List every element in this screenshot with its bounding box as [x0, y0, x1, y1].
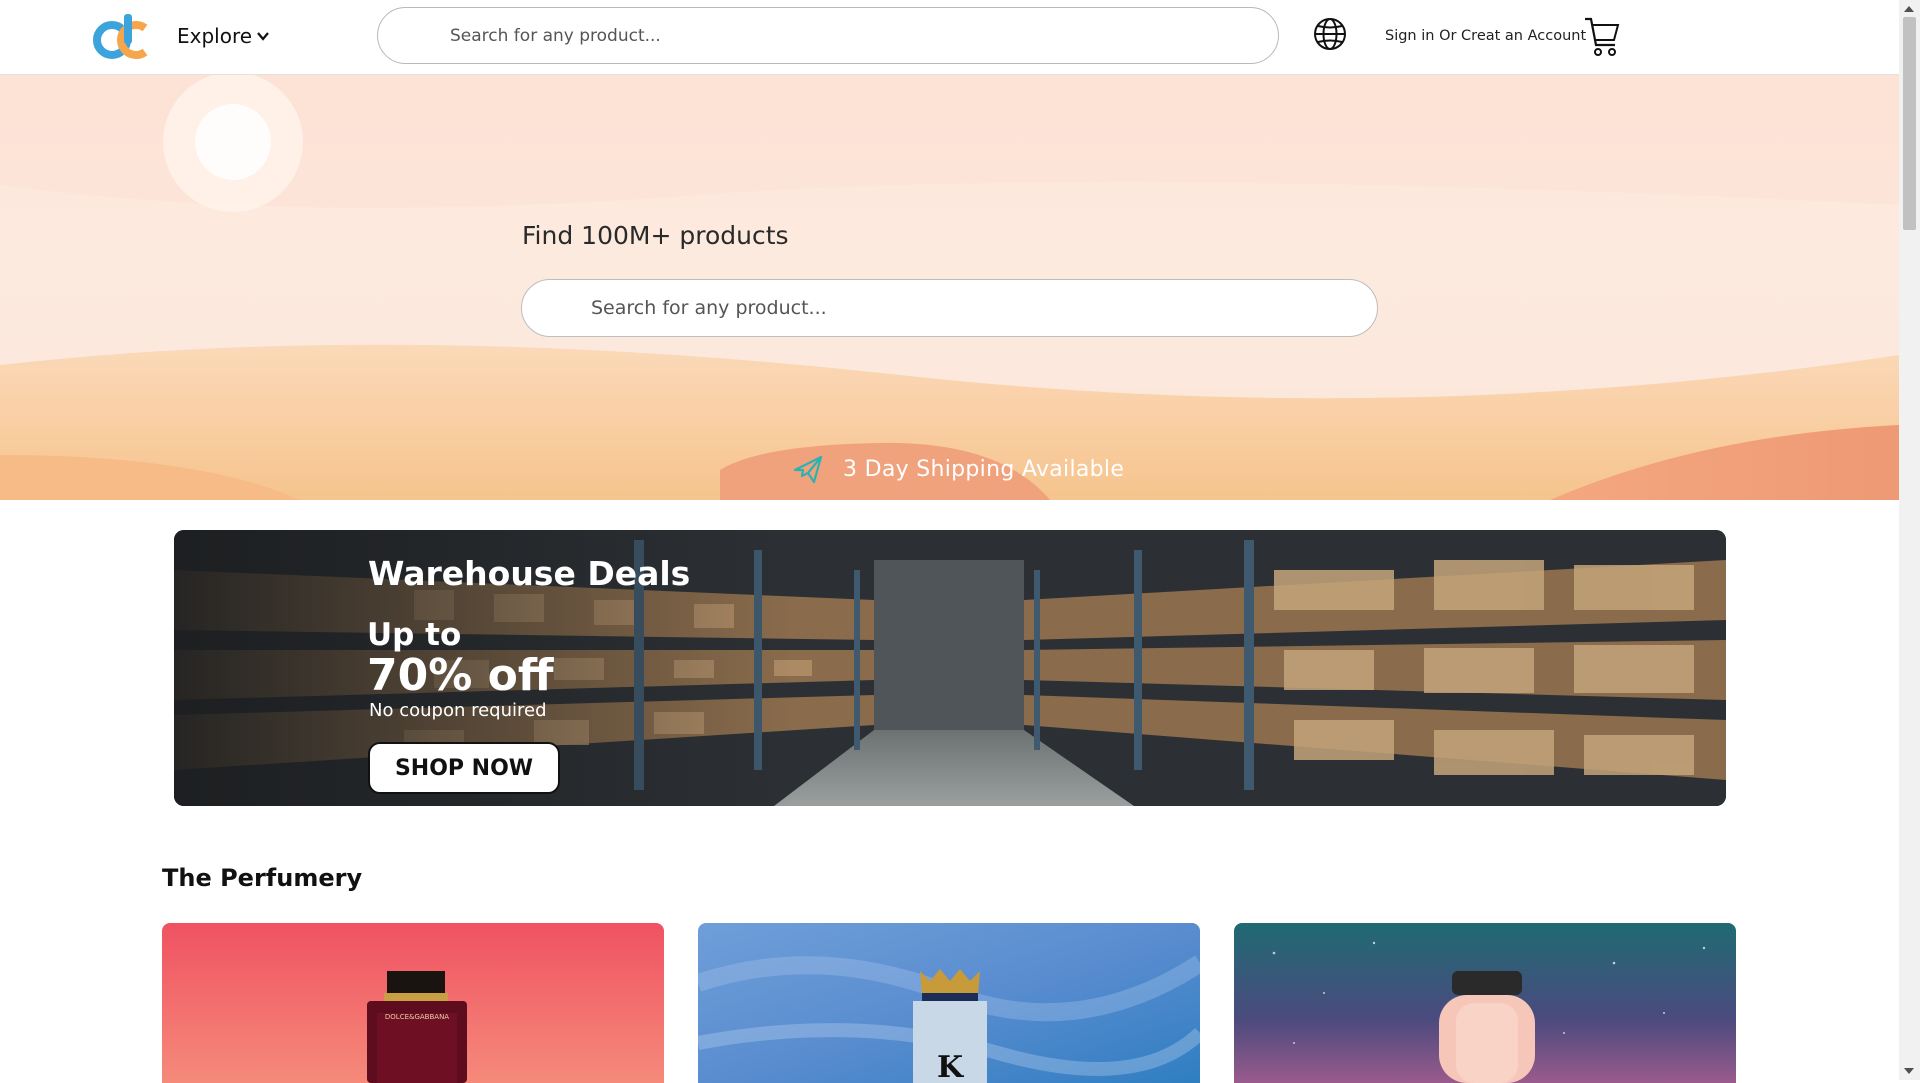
- scroll-thumb[interactable]: [1903, 17, 1916, 230]
- shop-now-button[interactable]: SHOP NOW: [368, 742, 560, 794]
- signin-link[interactable]: Sign in Or Creat an Account: [1385, 28, 1586, 44]
- page-scrollbar[interactable]: [1899, 0, 1920, 1080]
- hero-section: Find 100M+ products 3 Day Shipping Avail…: [0, 75, 1899, 500]
- cart-icon[interactable]: [1584, 16, 1620, 58]
- banner-discount: 70% off: [367, 650, 554, 701]
- globe-icon[interactable]: [1313, 17, 1347, 51]
- chevron-down-icon: [257, 32, 269, 41]
- warehouse-deals-banner[interactable]: Warehouse Deals Up to 70% off No coupon …: [174, 530, 1726, 806]
- perfume-image-galaxy: [1234, 923, 1736, 1083]
- shipping-text: 3 Day Shipping Available: [843, 456, 1125, 482]
- perfume-image-blue: K: [698, 923, 1200, 1083]
- banner-heading: Warehouse Deals: [368, 554, 691, 593]
- explore-label: Explore: [177, 24, 253, 48]
- perfume-card-blue[interactable]: K: [698, 923, 1200, 1083]
- dc-logo[interactable]: [93, 12, 149, 60]
- header-search-input[interactable]: [378, 8, 1278, 63]
- scroll-up-arrow-icon[interactable]: [1904, 6, 1914, 12]
- banner-note: No coupon required: [369, 700, 547, 721]
- bottle-label: K: [937, 1050, 964, 1083]
- explore-menu[interactable]: Explore: [177, 24, 270, 48]
- perfume-image-red: DOLCE&GABBANA: [162, 923, 664, 1083]
- perfume-card-galaxy[interactable]: [1234, 923, 1736, 1083]
- bottle-label: DOLCE&GABBANA: [385, 1013, 449, 1021]
- perfume-card-red[interactable]: DOLCE&GABBANA: [162, 923, 664, 1083]
- hero-search-box: [521, 279, 1378, 337]
- hero-title: Find 100M+ products: [522, 221, 789, 250]
- header-search-box: [377, 7, 1279, 64]
- site-header: Explore Sign in Or Creat an Account: [0, 0, 1899, 75]
- perfumery-title: The Perfumery: [162, 864, 363, 892]
- shipping-notice: 3 Day Shipping Available: [791, 452, 1124, 486]
- banner-upto: Up to: [367, 617, 462, 653]
- scroll-down-arrow-icon[interactable]: [1904, 1068, 1914, 1074]
- hero-search-input[interactable]: [522, 280, 1377, 336]
- airplane-icon: [793, 455, 823, 484]
